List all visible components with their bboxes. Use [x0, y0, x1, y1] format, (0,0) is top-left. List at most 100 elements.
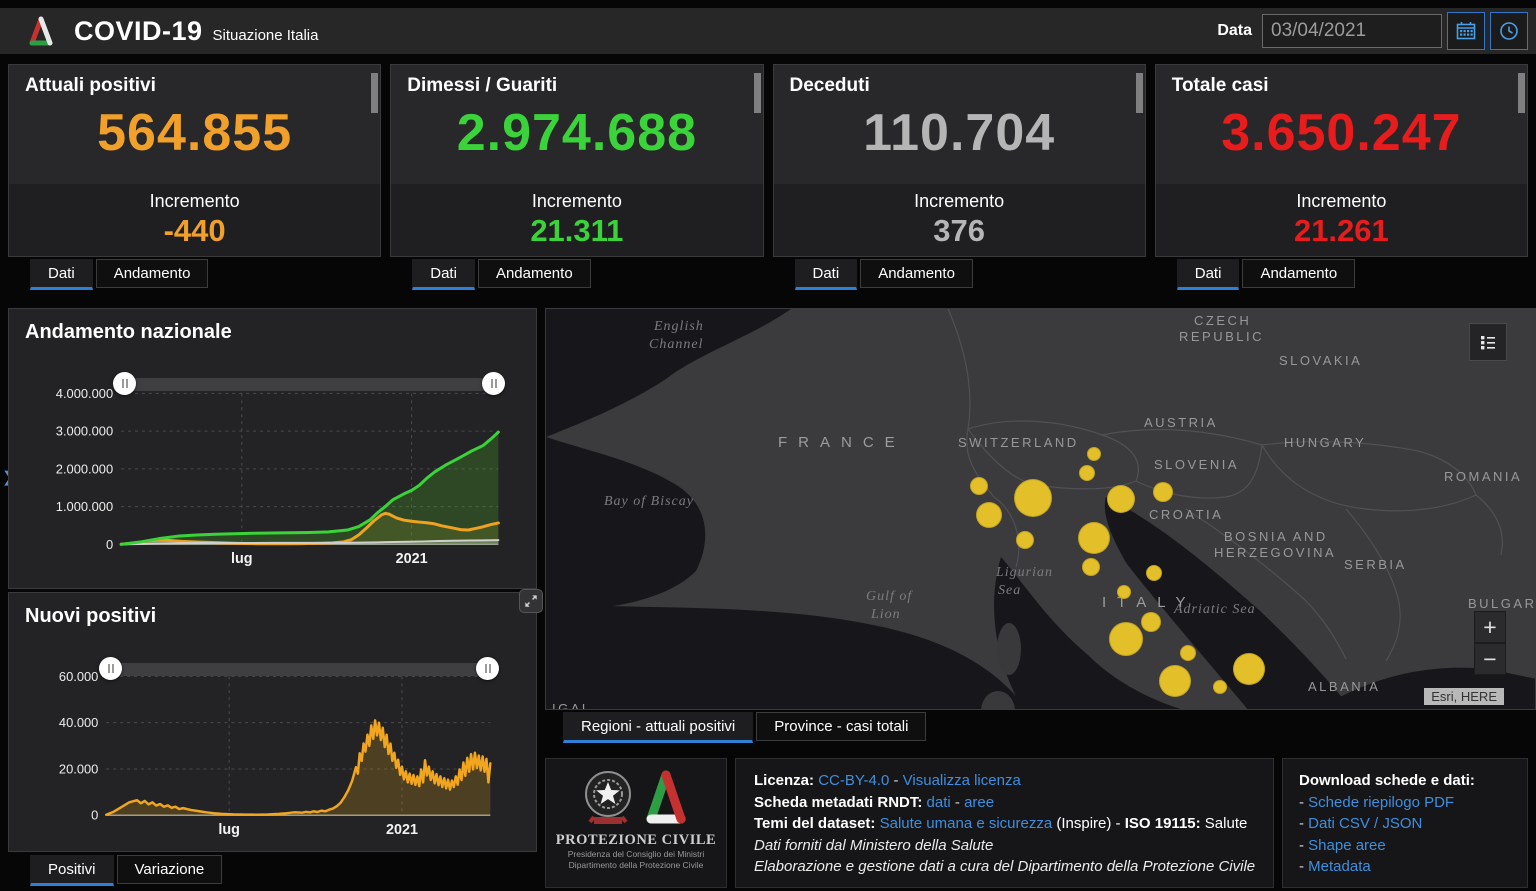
tab-andamento[interactable]: Andamento	[96, 259, 209, 288]
region-bubble[interactable]	[1141, 612, 1161, 632]
data-management-line: Elaborazione e gestione dati a cura del …	[754, 856, 1273, 878]
legend-button[interactable]	[1469, 323, 1507, 361]
region-bubble[interactable]	[1159, 665, 1191, 697]
themes-label: Temi del dataset:	[754, 815, 875, 832]
region-bubble[interactable]	[1146, 565, 1162, 581]
region-bubble[interactable]	[1078, 522, 1110, 554]
slider-handle-right[interactable]	[482, 372, 505, 395]
zoom-in-button[interactable]: +	[1474, 611, 1506, 643]
tab-positivi[interactable]: Positivi	[30, 855, 114, 886]
footer-download-block: Download schede e dati: - Schede riepilo…	[1282, 758, 1528, 888]
italy-emblem-icon	[581, 767, 635, 829]
aree-link[interactable]: aree	[964, 794, 994, 811]
time-range-slider	[103, 657, 495, 681]
tab-andamento[interactable]: Andamento	[1242, 259, 1355, 288]
footer-info-block: Licenza: CC-BY-4.0 - Visualizza licenza …	[735, 758, 1274, 888]
region-bubble[interactable]	[1109, 622, 1143, 656]
tab-province[interactable]: Province - casi totali	[756, 712, 926, 741]
region-bubble[interactable]	[1180, 645, 1196, 661]
dati-link[interactable]: dati	[927, 794, 951, 811]
license-line: Licenza: CC-BY-4.0 - Visualizza licenza	[754, 770, 1273, 792]
salute-link[interactable]: Salute umana e sicurezza	[880, 815, 1053, 832]
card-totale-casi: Totale casi 3.650.247 Incremento 21.261 …	[1155, 64, 1528, 290]
tab-dati[interactable]: Dati	[795, 259, 858, 290]
region-bubble[interactable]	[1233, 653, 1265, 685]
increment-label: Incremento	[9, 184, 380, 212]
region-bubble[interactable]	[1079, 465, 1095, 481]
region-bubble[interactable]	[976, 502, 1002, 528]
slider-track[interactable]	[125, 378, 493, 391]
app-header: COVID-19 Situazione Italia Data	[0, 8, 1536, 54]
card-scrollbar[interactable]	[1136, 73, 1143, 113]
nuovi-positivi-panel: Nuovi positivi 60.00040.00020.0000lug202…	[8, 592, 537, 852]
tab-andamento[interactable]: Andamento	[478, 259, 591, 288]
tab-dati[interactable]: Dati	[30, 259, 93, 290]
map-zoom-controls: + −	[1474, 611, 1506, 675]
svg-text:lug: lug	[231, 551, 253, 567]
footer-org-name: PROTEZIONE CIVILE	[556, 832, 716, 849]
tab-regioni[interactable]: Regioni - attuali positivi	[563, 712, 753, 743]
svg-text:0: 0	[91, 808, 98, 823]
license-link[interactable]: CC-BY-4.0	[818, 772, 889, 789]
increment-value: 376	[774, 213, 1145, 249]
date-input[interactable]	[1262, 14, 1442, 48]
tab-dati[interactable]: Dati	[1177, 259, 1240, 290]
increment-value: -440	[9, 213, 380, 249]
svg-text:20.000: 20.000	[59, 761, 98, 776]
card-scrollbar[interactable]	[754, 73, 761, 113]
zoom-out-button[interactable]: −	[1474, 643, 1506, 675]
download-csv-json-link[interactable]: Dati CSV / JSON	[1308, 815, 1422, 832]
increment-label: Incremento	[391, 184, 762, 212]
download-title: Download schede e dati:	[1299, 770, 1527, 792]
slider-handle-left[interactable]	[113, 372, 136, 395]
region-bubble[interactable]	[1213, 680, 1227, 694]
region-bubble[interactable]	[1082, 558, 1100, 576]
slider-track[interactable]	[111, 663, 487, 676]
region-bubble[interactable]	[1153, 482, 1173, 502]
footer-org-line1: Presidenza del Consiglio dei Ministri	[568, 849, 705, 860]
expand-icon	[524, 594, 538, 608]
increment-label: Incremento	[1156, 184, 1527, 212]
calendar-button[interactable]	[1447, 12, 1485, 50]
card-title: Dimessi / Guariti	[391, 65, 762, 97]
tab-variazione[interactable]: Variazione	[117, 855, 223, 884]
expand-panel-button[interactable]	[519, 589, 543, 613]
region-bubble[interactable]	[1107, 485, 1135, 513]
increment-label: Incremento	[774, 184, 1145, 212]
separator: -	[894, 772, 899, 789]
tab-dati[interactable]: Dati	[412, 259, 475, 290]
slider-handle-left[interactable]	[99, 657, 122, 680]
date-label: Data	[1217, 22, 1252, 40]
download-metadata-link[interactable]: Metadata	[1308, 858, 1371, 875]
tab-andamento[interactable]: Andamento	[860, 259, 973, 288]
nuovi-positivi-chart: 60.00040.00020.0000lug2021	[9, 593, 536, 851]
card-value: 3.650.247	[1156, 103, 1527, 163]
metadata-line: Scheda metadati RNDT: dati - aree	[754, 792, 1273, 814]
map-canvas[interactable]: EnglishChannelCZECHREPUBLICSLOVAKIAFRANC…	[545, 308, 1536, 710]
slider-handle-right[interactable]	[476, 657, 499, 680]
calendar-icon	[1455, 20, 1477, 42]
region-bubble[interactable]	[970, 477, 988, 495]
iso-value: Salute	[1205, 815, 1248, 832]
page-subtitle: Situazione Italia	[213, 27, 319, 44]
license-label: Licenza:	[754, 772, 814, 789]
download-shape-link[interactable]: Shape aree	[1308, 837, 1386, 854]
time-button[interactable]	[1490, 12, 1528, 50]
region-bubble[interactable]	[1087, 447, 1101, 461]
kpi-cards-row: Attuali positivi 564.855 Incremento -440…	[8, 64, 1528, 290]
dataset-themes-line: Temi del dataset: Salute umana e sicurez…	[754, 813, 1273, 835]
page-title: COVID-19	[74, 16, 203, 47]
region-bubble[interactable]	[1117, 585, 1131, 599]
region-bubble[interactable]	[1016, 531, 1034, 549]
card-scrollbar[interactable]	[1518, 73, 1525, 113]
region-bubble[interactable]	[1014, 479, 1052, 517]
view-license-link[interactable]: Visualizza licenza	[903, 772, 1021, 789]
card-value: 2.974.688	[391, 103, 762, 163]
download-pdf-link[interactable]: Schede riepilogo PDF	[1308, 794, 1454, 811]
card-scrollbar[interactable]	[371, 73, 378, 113]
card-attuali-positivi: Attuali positivi 564.855 Incremento -440…	[8, 64, 381, 290]
card-deceduti: Deceduti 110.704 Incremento 376 Dati And…	[773, 64, 1146, 290]
footer: PROTEZIONE CIVILE Presidenza del Consigl…	[545, 758, 1528, 888]
protezione-civile-logo-icon	[24, 14, 58, 48]
inspire-text: (Inspire) -	[1056, 815, 1120, 832]
